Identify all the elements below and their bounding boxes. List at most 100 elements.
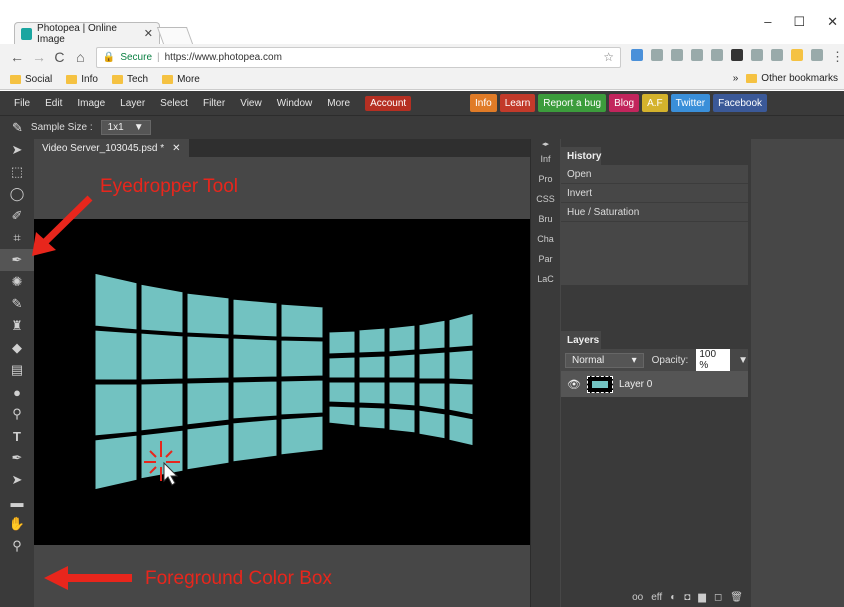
- window-controls: – ☐ ✕: [764, 14, 838, 30]
- bookmark-star-icon[interactable]: ☆: [603, 50, 614, 64]
- opacity-input[interactable]: 100 %: [696, 349, 731, 371]
- shape-tool-icon[interactable]: ▬: [0, 491, 34, 513]
- tab-close-icon[interactable]: ✕: [144, 27, 153, 40]
- history-item[interactable]: Open: [561, 165, 748, 184]
- chevron-down-icon: ▼: [133, 122, 144, 133]
- sample-size-value: 1x1: [107, 122, 124, 133]
- opacity-dropdown-icon[interactable]: ▼: [738, 355, 748, 366]
- side-tab-paragraph[interactable]: Par: [531, 249, 560, 269]
- side-tab-properties[interactable]: Pro: [531, 169, 560, 189]
- move-tool-icon[interactable]: ➤: [0, 139, 34, 161]
- close-window-button[interactable]: ✕: [827, 14, 838, 30]
- side-tab-layer-comps[interactable]: LaC: [531, 269, 560, 289]
- video-wall-image: [92, 270, 476, 493]
- reload-icon[interactable]: C: [54, 49, 65, 65]
- extension-icon[interactable]: [791, 49, 804, 61]
- blend-mode-select[interactable]: Normal ▾: [565, 352, 644, 368]
- minimize-button[interactable]: –: [764, 14, 771, 30]
- layer-row[interactable]: 👁 Layer 0: [561, 371, 748, 397]
- menu-select[interactable]: Select: [160, 98, 188, 109]
- layers-footer: oo eff ◐ ◘ ▆ ◻ 🗑: [561, 587, 751, 607]
- type-tool-icon[interactable]: T: [0, 425, 34, 447]
- stamp-tool-icon[interactable]: ♜: [0, 315, 34, 337]
- hand-tool-icon[interactable]: ✋: [0, 513, 34, 535]
- side-tab-brush[interactable]: Bru: [531, 209, 560, 229]
- af-button[interactable]: A.F: [642, 94, 668, 112]
- menu-edit[interactable]: Edit: [45, 98, 62, 109]
- menu-file[interactable]: File: [14, 98, 30, 109]
- document-tab[interactable]: Video Server_103045.psd * ✕: [34, 139, 189, 157]
- bookmark-social[interactable]: Social: [10, 74, 52, 85]
- layer-options: Normal ▾ Opacity: 100 % ▼: [561, 349, 748, 371]
- layer-mask-icon[interactable]: ◘: [684, 592, 690, 603]
- twitter-button[interactable]: Twitter: [670, 94, 711, 112]
- extension-icon[interactable]: [651, 49, 664, 61]
- side-tab-css[interactable]: CSS: [531, 189, 560, 209]
- menu-image[interactable]: Image: [77, 98, 105, 109]
- back-icon[interactable]: ←: [10, 49, 24, 65]
- adjustment-layer-icon[interactable]: ◐: [670, 592, 676, 603]
- bookmarks-overflow[interactable]: »: [733, 73, 739, 84]
- extension-icon[interactable]: [691, 49, 704, 61]
- link-layers-icon[interactable]: oo: [632, 592, 643, 603]
- history-panel: History Open Invert Hue / Saturation: [561, 147, 751, 297]
- history-item[interactable]: Invert: [561, 184, 748, 203]
- extension-icon[interactable]: [671, 49, 684, 61]
- menu-layer[interactable]: Layer: [120, 98, 145, 109]
- layers-title[interactable]: Layers: [561, 331, 601, 349]
- learn-button[interactable]: Learn: [499, 94, 536, 112]
- menu-filter[interactable]: Filter: [203, 98, 225, 109]
- report-bug-button[interactable]: Report a bug: [538, 94, 607, 112]
- bookmark-more[interactable]: More: [162, 74, 200, 85]
- side-tab-info[interactable]: Inf: [531, 149, 560, 169]
- info-button[interactable]: Info: [470, 94, 497, 112]
- side-tab-character[interactable]: Cha: [531, 229, 560, 249]
- image-canvas[interactable]: [34, 219, 530, 545]
- path-select-tool-icon[interactable]: ➤: [0, 469, 34, 491]
- menu-view[interactable]: View: [240, 98, 262, 109]
- blur-tool-icon[interactable]: ●: [0, 381, 34, 403]
- brush-tool-icon[interactable]: ✎: [0, 293, 34, 315]
- gradient-tool-icon[interactable]: ▤: [0, 359, 34, 381]
- collapse-arrows-icon[interactable]: ◂▸: [531, 139, 560, 149]
- new-group-icon[interactable]: ▆: [698, 592, 706, 603]
- marquee-tool-icon[interactable]: ⬚: [0, 161, 34, 183]
- layer-effects-icon[interactable]: eff: [651, 592, 662, 603]
- maximize-button[interactable]: ☐: [793, 14, 805, 30]
- document-close-icon[interactable]: ✕: [172, 143, 180, 154]
- menu-more[interactable]: More: [327, 98, 350, 109]
- extension-icon[interactable]: [631, 49, 644, 61]
- extension-icon[interactable]: [771, 49, 784, 61]
- extension-icon[interactable]: [731, 49, 744, 61]
- dodge-tool-icon[interactable]: ⚲: [0, 403, 34, 425]
- forward-icon[interactable]: →: [32, 49, 46, 65]
- facebook-button[interactable]: Facebook: [713, 94, 768, 112]
- bookmark-info[interactable]: Info: [66, 74, 98, 85]
- pen-tool-icon[interactable]: ✒: [0, 447, 34, 469]
- url-input[interactable]: 🔒 Secure | https://www.photopea.com ☆: [95, 46, 622, 68]
- history-title[interactable]: History: [561, 147, 601, 165]
- zoom-tool-icon[interactable]: ⚲: [0, 535, 34, 557]
- browser-tab[interactable]: Photopea | Online Image ✕: [14, 22, 160, 45]
- browser-menu-icon[interactable]: ⋮: [831, 49, 844, 65]
- other-bookmarks[interactable]: Other bookmarks: [746, 73, 838, 84]
- eraser-tool-icon[interactable]: ◆: [0, 337, 34, 359]
- bookmark-tech[interactable]: Tech: [111, 74, 148, 85]
- home-icon[interactable]: ⌂: [75, 49, 86, 65]
- extension-icon[interactable]: [751, 49, 764, 61]
- extension-icon[interactable]: [711, 49, 724, 61]
- menu-window[interactable]: Window: [277, 98, 313, 109]
- account-button[interactable]: Account: [365, 95, 412, 111]
- eye-icon[interactable]: 👁: [567, 378, 581, 391]
- extension-icon[interactable]: [811, 49, 824, 61]
- history-item[interactable]: Hue / Saturation: [561, 203, 748, 222]
- other-bookmarks-label: Other bookmarks: [761, 73, 838, 84]
- trash-icon[interactable]: 🗑: [730, 592, 743, 603]
- blog-button[interactable]: Blog: [609, 94, 640, 112]
- panel-side-strip: ◂▸ Inf Pro CSS Bru Cha Par LaC: [530, 139, 560, 607]
- healing-tool-icon[interactable]: ✺: [0, 271, 34, 293]
- sample-size-select[interactable]: 1x1 ▼: [100, 120, 151, 135]
- new-layer-icon[interactable]: ◻: [714, 592, 722, 603]
- eyedropper-annotation: Eyedropper Tool: [100, 176, 239, 197]
- new-tab-button[interactable]: [156, 27, 194, 44]
